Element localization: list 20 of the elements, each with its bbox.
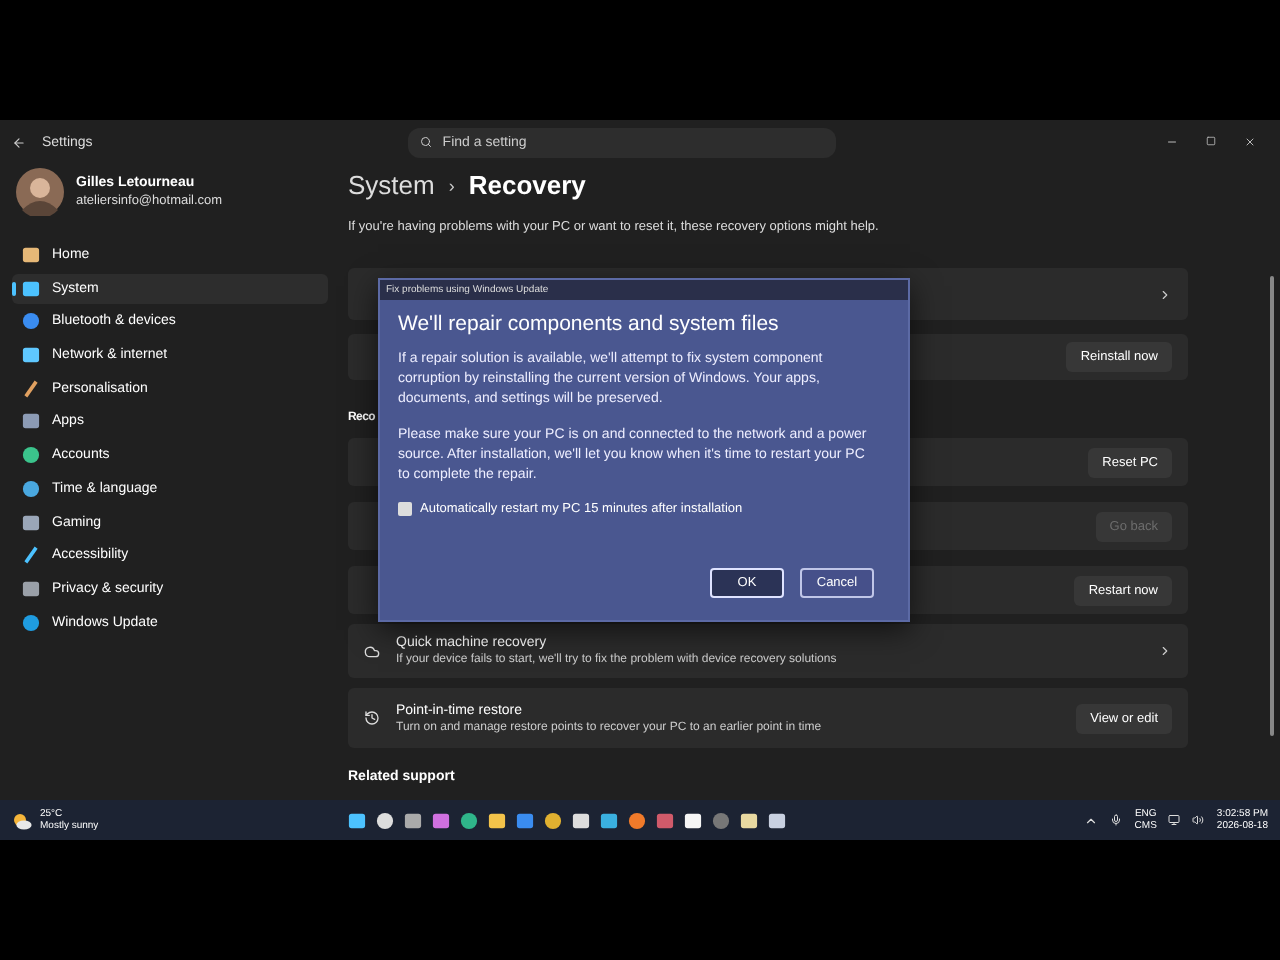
volume-icon[interactable]	[1192, 814, 1205, 826]
back-icon[interactable]	[12, 135, 26, 149]
microphone-icon[interactable]	[1110, 814, 1123, 826]
network-icon[interactable]	[1168, 814, 1181, 826]
scrollbar[interactable]	[1270, 276, 1274, 736]
maximize-icon[interactable]	[1206, 136, 1216, 146]
dialog-heading: We'll repair components and system files	[398, 312, 781, 336]
chevron-icon	[1158, 287, 1172, 301]
checkbox[interactable]	[398, 502, 412, 516]
chevron-icon	[1158, 644, 1172, 658]
sun-cloud-icon	[12, 811, 32, 829]
page-title: Recovery	[468, 170, 586, 200]
avatar	[16, 168, 64, 216]
close-icon[interactable]	[1244, 136, 1256, 148]
chevron-up-icon[interactable]	[1084, 813, 1099, 827]
breadcrumb-separator: ›	[448, 175, 455, 195]
history-icon	[364, 710, 380, 726]
breadcrumb-parent[interactable]: System	[348, 170, 435, 200]
cloud-icon	[364, 643, 380, 659]
minimize-icon[interactable]	[1166, 136, 1178, 148]
